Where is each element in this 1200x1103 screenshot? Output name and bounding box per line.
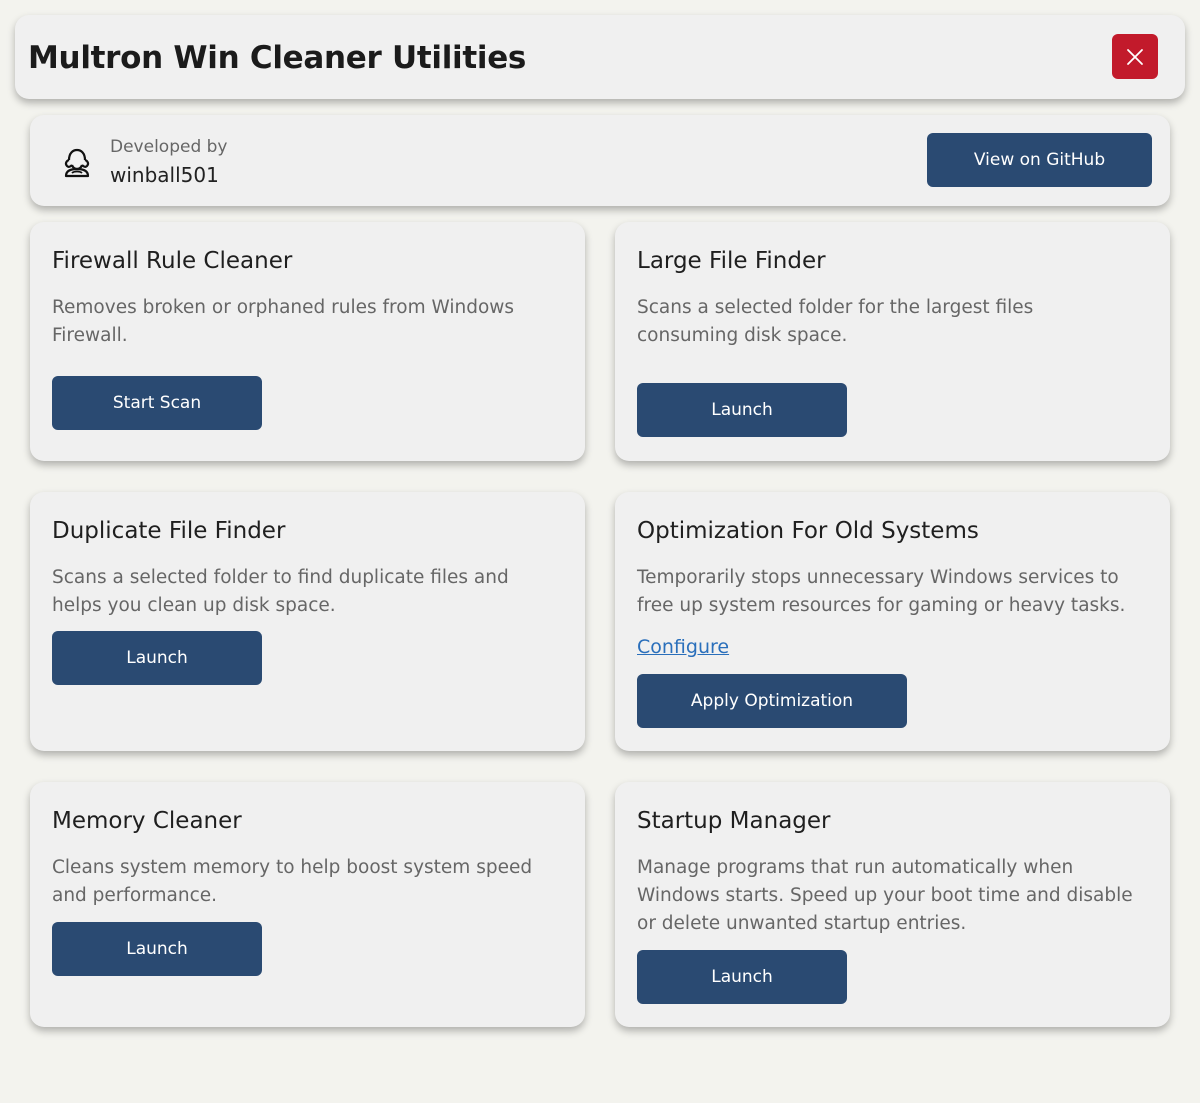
app-title: Multron Win Cleaner Utilities [28,40,527,76]
apply-optimization-button[interactable]: Apply Optimization [637,674,907,728]
card-title: Optimization For Old Systems [637,518,979,544]
card-duplicate-file-finder: Duplicate File Finder Scans a selected f… [30,492,585,751]
card-description: Scans a selected folder to find duplicat… [52,567,509,616]
close-icon [1127,48,1143,65]
launch-duplicate-file-finder-button[interactable]: Launch [52,631,262,685]
card-title: Startup Manager [637,808,831,834]
card-description: Removes broken or orphaned rules from Wi… [52,297,515,346]
developer-caption: Developed by [110,137,228,157]
card-description: Scans a selected folder for the largest … [637,297,1034,346]
developer-bar: Developed by winball501 View on GitHub [30,115,1170,206]
card-firewall-rule-cleaner: Firewall Rule Cleaner Removes broken or … [30,222,585,461]
card-large-file-finder: Large File Finder Scans a selected folde… [615,222,1170,461]
title-bar: Multron Win Cleaner Utilities [15,15,1185,99]
launch-large-file-finder-button[interactable]: Launch [637,383,847,437]
launch-startup-manager-button[interactable]: Launch [637,950,847,1004]
card-description: Temporarily stops unnecessary Windows se… [637,567,1126,616]
start-scan-button[interactable]: Start Scan [52,376,262,430]
card-title: Large File Finder [637,248,826,274]
close-button[interactable] [1112,34,1158,79]
card-description: Cleans system memory to help boost syste… [52,857,533,906]
card-title: Duplicate File Finder [52,518,286,544]
card-description: Manage programs that run automatically w… [637,857,1133,934]
card-optimization-for-old-systems: Optimization For Old Systems Temporarily… [615,492,1170,751]
developer-name: winball501 [110,163,219,187]
card-startup-manager: Startup Manager Manage programs that run… [615,782,1170,1027]
view-on-github-button[interactable]: View on GitHub [927,133,1152,187]
user-avatar-icon [64,148,90,178]
card-title: Memory Cleaner [52,808,242,834]
configure-link[interactable]: Configure [637,636,729,658]
card-memory-cleaner: Memory Cleaner Cleans system memory to h… [30,782,585,1027]
launch-memory-cleaner-button[interactable]: Launch [52,922,262,976]
card-title: Firewall Rule Cleaner [52,248,293,274]
